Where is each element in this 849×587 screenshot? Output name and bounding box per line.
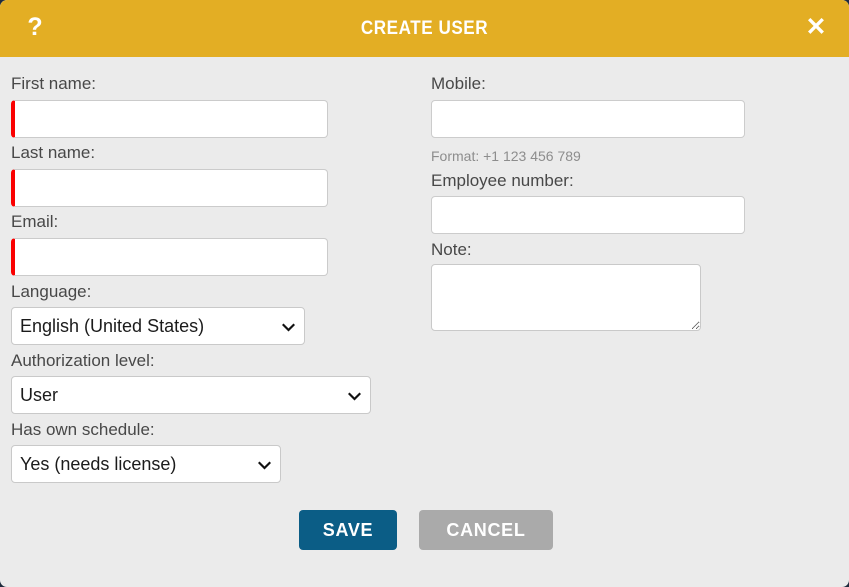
mobile-input[interactable] [431,100,745,138]
language-select[interactable]: English (United States) [11,307,305,345]
has-own-schedule-select-value: Yes (needs license) [20,454,177,474]
chevron-down-icon [258,459,271,472]
close-icon[interactable]: ✕ [799,0,833,57]
last-name-input[interactable] [11,169,328,207]
chevron-down-icon [348,390,361,403]
last-name-label: Last name: [11,143,96,162]
email-input[interactable] [11,238,328,276]
save-button[interactable]: SAVE [299,510,397,550]
employee-number-label: Employee number: [431,171,574,190]
mobile-format-hint: Format: +1 123 456 789 [431,148,581,164]
first-name-input[interactable] [11,100,328,138]
language-label: Language: [11,282,92,301]
authorization-level-select[interactable]: User [11,376,371,414]
has-own-schedule-label: Has own schedule: [11,420,155,439]
note-textarea[interactable] [431,264,701,331]
dialog-title-bar: ? CREATE USER ✕ [0,0,849,57]
employee-number-input[interactable] [431,196,745,234]
has-own-schedule-select[interactable]: Yes (needs license) [11,445,281,483]
language-select-value: English (United States) [20,316,205,336]
authorization-level-label: Authorization level: [11,351,155,370]
page-title: CREATE USER [360,18,489,39]
first-name-label: First name: [11,74,97,93]
create-user-dialog: ? CREATE USER ✕ First name: Last name: E… [0,0,849,587]
mobile-label: Mobile: [431,74,486,93]
email-label: Email: [11,212,59,231]
note-label: Note: [431,240,472,259]
authorization-level-select-value: User [20,385,59,405]
cancel-button[interactable]: CANCEL [419,510,553,550]
chevron-down-icon [282,321,295,334]
